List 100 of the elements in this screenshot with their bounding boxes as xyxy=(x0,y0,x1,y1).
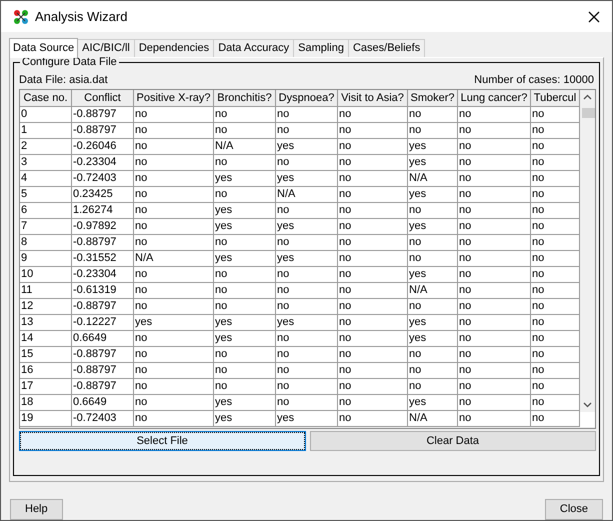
table-cell: 19 xyxy=(21,412,34,424)
table-cell: 1.26274 xyxy=(73,204,113,216)
table-cell: no xyxy=(135,172,148,184)
table-cell: no xyxy=(459,252,472,264)
table-cell: yes xyxy=(215,316,232,328)
table-cell: no xyxy=(409,348,422,360)
table-cell: 0.6649 xyxy=(73,396,107,408)
table-cell: yes xyxy=(215,396,232,408)
table-cell: no xyxy=(277,300,290,312)
table-cell: no xyxy=(532,316,544,328)
table-cell: no xyxy=(532,300,544,312)
tab[interactable]: Sampling xyxy=(294,39,349,57)
table-cell: no xyxy=(277,124,290,136)
column-header[interactable]: Lung cancer? xyxy=(458,90,531,107)
data-file-label: Data File: asia.dat xyxy=(19,73,108,87)
table-cell: no xyxy=(277,396,290,408)
table-cell: no xyxy=(459,188,472,200)
table-cell: N/A xyxy=(135,252,154,264)
table-cell: no xyxy=(135,332,148,344)
vertical-scrollbar[interactable] xyxy=(580,90,595,412)
table-cell: no xyxy=(135,204,148,216)
table-cell: yes xyxy=(409,188,426,200)
table-cell: N/A xyxy=(215,140,234,152)
column-header[interactable]: Tubercul xyxy=(531,90,580,107)
table-cell: no xyxy=(135,188,148,200)
table-cell: no xyxy=(459,124,472,136)
table-cell: no xyxy=(135,284,148,296)
table-cell: -0.88797 xyxy=(73,236,116,248)
table-cell: no xyxy=(277,380,290,392)
table-cell: no xyxy=(277,364,290,376)
table-cell: yes xyxy=(277,316,294,328)
table-cell: no xyxy=(532,412,544,424)
table-cell: 9 xyxy=(21,252,28,264)
action-button[interactable]: Select File xyxy=(19,431,306,451)
table-cell: no xyxy=(339,380,352,392)
table-cell: no xyxy=(409,204,422,216)
table-cell: no xyxy=(277,348,290,360)
table-cell: yes xyxy=(215,220,232,232)
table-cell: no xyxy=(409,236,422,248)
table-cell: no xyxy=(459,412,472,424)
table-cell: no xyxy=(459,220,472,232)
table-cell: yes xyxy=(215,412,232,424)
table-cell: no xyxy=(339,236,352,248)
table-cell: yes xyxy=(409,332,426,344)
table-cell: no xyxy=(215,380,228,392)
table-cell: no xyxy=(277,268,290,280)
footer-button[interactable]: Help xyxy=(10,499,63,520)
table-cell: no xyxy=(459,204,472,216)
table-cell: no xyxy=(215,284,228,296)
table-cell: -0.88797 xyxy=(73,300,116,312)
scrollbar-thumb[interactable] xyxy=(582,108,595,118)
column-header[interactable]: Positive X-ray? xyxy=(134,90,214,107)
tab[interactable]: Data Source xyxy=(9,38,78,58)
table-cell: no xyxy=(339,252,352,264)
table-cell: no xyxy=(532,348,544,360)
table-cell: 11 xyxy=(21,284,32,296)
column-header[interactable]: Bronchitis? xyxy=(214,90,276,107)
table-cell: no xyxy=(339,364,352,376)
tab[interactable]: Data Accuracy xyxy=(214,39,294,57)
column-header[interactable]: Smoker? xyxy=(408,90,458,107)
column-header[interactable]: Visit to Asia? xyxy=(338,90,408,107)
table-cell: no xyxy=(339,332,352,344)
column-header[interactable]: Conflict xyxy=(72,90,134,107)
table-cell: no xyxy=(532,220,544,232)
table-cell: -0.23304 xyxy=(73,156,116,168)
footer-button[interactable]: Close xyxy=(544,499,603,520)
table-cell: 0.23425 xyxy=(73,188,113,200)
table-cell: no xyxy=(135,156,148,168)
table-cell: no xyxy=(459,108,472,120)
table-cell: 14 xyxy=(21,332,34,344)
table-cell: 13 xyxy=(21,316,34,328)
table-cell: no xyxy=(459,140,472,152)
table-cell: no xyxy=(532,156,544,168)
close-icon[interactable] xyxy=(588,10,600,22)
table-cell: no xyxy=(532,140,544,152)
tab[interactable]: Dependencies xyxy=(134,39,214,57)
column-header[interactable]: Dyspnoea? xyxy=(276,90,338,107)
column-header[interactable]: Case no. xyxy=(20,90,72,107)
table-cell: yes xyxy=(277,252,294,264)
table-cell: no xyxy=(532,268,544,280)
table-cell: yes xyxy=(409,268,426,280)
table-cell: no xyxy=(339,124,352,136)
table-cell: yes xyxy=(277,172,294,184)
table-cell: no xyxy=(135,396,148,408)
table-cell: yes xyxy=(135,316,152,328)
case-count-label: Number of cases: 10000 xyxy=(474,73,594,87)
table-cell: no xyxy=(339,204,352,216)
table-cell: yes xyxy=(277,412,294,424)
table-cell: 7 xyxy=(21,220,28,232)
table-cell: no xyxy=(215,188,228,200)
action-button[interactable]: Clear Data xyxy=(310,431,596,451)
table-cell: no xyxy=(277,108,290,120)
table-cell: -0.23304 xyxy=(73,268,116,280)
table-cell: no xyxy=(277,204,290,216)
table-cell: no xyxy=(277,236,290,248)
tab[interactable]: Cases/Beliefs xyxy=(348,39,426,57)
table-cell: no xyxy=(135,364,148,376)
table-cell: no xyxy=(409,380,422,392)
table-cell: yes xyxy=(409,220,426,232)
table-cell: no xyxy=(135,412,148,424)
